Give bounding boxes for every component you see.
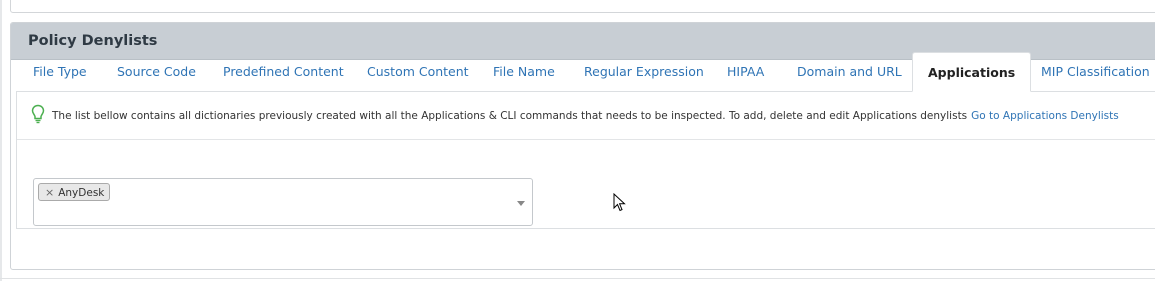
remove-chip-icon[interactable]: × <box>45 186 54 199</box>
tab-file-type[interactable]: File Type <box>33 52 87 91</box>
tab-mip-classification[interactable]: MIP Classification <box>1041 52 1150 91</box>
tab-regular-expression[interactable]: Regular Expression <box>584 52 704 91</box>
info-message: The list bellow contains all dictionarie… <box>52 110 1119 122</box>
info-text: The list bellow contains all dictionarie… <box>52 110 968 122</box>
applications-denylist-select[interactable]: × AnyDesk <box>33 178 533 226</box>
selected-chip-anydesk: × AnyDesk <box>38 183 111 201</box>
lightbulb-icon <box>31 104 45 124</box>
tab-hipaa[interactable]: HIPAA <box>727 52 764 91</box>
panel-title: Policy Denylists <box>28 33 158 49</box>
previous-panel-bottom <box>10 0 1155 13</box>
denylist-tabs: File Type Source Code Predefined Content… <box>16 52 1155 92</box>
bottom-divider <box>0 278 1155 279</box>
applications-tab-content: The list bellow contains all dictionarie… <box>16 91 1155 229</box>
page-left-edge <box>0 0 2 281</box>
tab-file-name[interactable]: File Name <box>493 52 555 91</box>
chip-label: AnyDesk <box>58 187 105 199</box>
info-row: The list bellow contains all dictionarie… <box>17 91 1155 140</box>
tab-source-code[interactable]: Source Code <box>117 52 196 91</box>
tab-custom-content[interactable]: Custom Content <box>367 52 469 91</box>
go-to-applications-denylists-link[interactable]: Go to Applications Denylists <box>971 110 1119 122</box>
tab-predefined-content[interactable]: Predefined Content <box>223 52 344 91</box>
tab-applications[interactable]: Applications <box>912 52 1032 92</box>
chevron-down-icon[interactable] <box>517 201 525 206</box>
tab-domain-and-url[interactable]: Domain and URL <box>797 52 902 91</box>
mouse-cursor-icon <box>613 193 626 212</box>
